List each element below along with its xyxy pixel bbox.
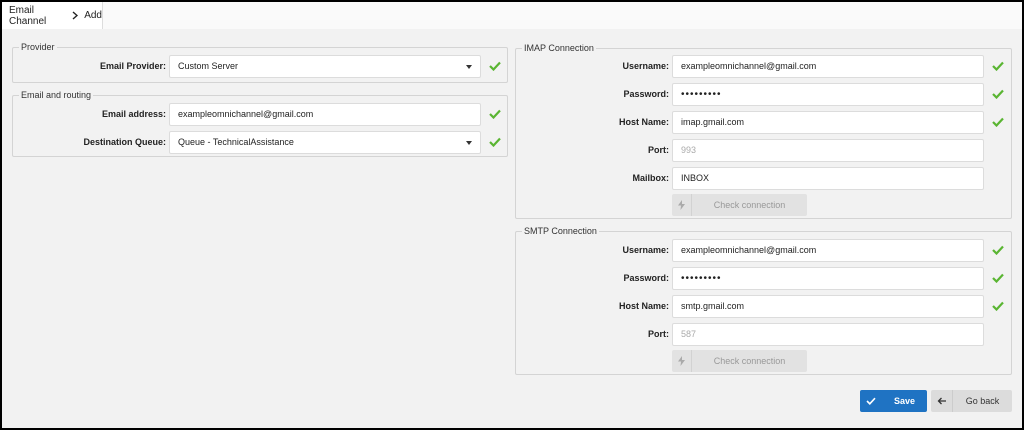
smtp-host-label: Host Name: <box>618 301 669 311</box>
imap-check-connection-label: Check connection <box>713 200 786 210</box>
check-icon <box>860 390 882 412</box>
check-icon <box>489 137 501 147</box>
lightning-icon <box>672 194 692 216</box>
smtp-password-label: Password: <box>623 273 669 283</box>
check-icon <box>992 117 1004 127</box>
window: Email Channel Add Provider Email Provide… <box>2 2 1022 428</box>
email-address-label: Email address: <box>101 109 166 119</box>
destination-queue-row: Destination Queue: Queue - TechnicalAssi… <box>13 131 507 154</box>
provider-section: Provider Email Provider: Custom Server <box>12 42 508 83</box>
check-icon <box>992 89 1004 99</box>
check-icon <box>992 273 1004 283</box>
imap-section-title: IMAP Connection <box>522 43 596 54</box>
email-routing-section-title: Email and routing <box>19 90 94 101</box>
imap-username-input[interactable]: exampleomnichannel@gmail.com <box>672 55 984 78</box>
imap-mailbox-row: Mailbox: INBOX <box>516 167 1011 190</box>
email-address-input[interactable]: exampleomnichannel@gmail.com <box>169 103 481 126</box>
destination-queue-label: Destination Queue: <box>83 137 166 147</box>
smtp-host-row: Host Name: smtp.gmail.com <box>516 295 1011 318</box>
provider-section-title: Provider <box>19 42 57 53</box>
smtp-section-title: SMTP Connection <box>522 226 599 237</box>
smtp-password-input[interactable]: ••••••••• <box>672 267 984 290</box>
save-button-label: Save <box>893 396 916 406</box>
imap-mailbox-input[interactable]: INBOX <box>672 167 984 190</box>
check-icon <box>992 301 1004 311</box>
arrow-left-icon <box>931 390 953 412</box>
caret-down-icon <box>466 65 472 69</box>
smtp-port-row: Port: 587 <box>516 323 1011 346</box>
save-button[interactable]: Save <box>860 390 927 412</box>
smtp-password-row: Password: ••••••••• <box>516 267 1011 290</box>
check-icon <box>489 109 501 119</box>
email-provider-label: Email Provider: <box>99 61 166 71</box>
imap-host-row: Host Name: imap.gmail.com <box>516 111 1011 134</box>
imap-mailbox-label: Mailbox: <box>632 173 669 183</box>
imap-password-label: Password: <box>623 89 669 99</box>
smtp-username-row: Username: exampleomnichannel@gmail.com <box>516 239 1011 262</box>
smtp-username-label: Username: <box>622 245 669 255</box>
caret-down-icon <box>466 141 472 145</box>
check-icon <box>992 61 1004 71</box>
imap-password-input[interactable]: ••••••••• <box>672 83 984 106</box>
go-back-button-label: Go back <box>965 396 1000 406</box>
email-address-row: Email address: exampleomnichannel@gmail.… <box>13 103 507 126</box>
smtp-port-label: Port: <box>648 329 669 339</box>
breadcrumb: Email Channel Add <box>2 2 103 29</box>
smtp-host-input[interactable]: smtp.gmail.com <box>672 295 984 318</box>
destination-queue-select[interactable]: Queue - TechnicalAssistance <box>169 131 481 154</box>
lightning-icon <box>672 350 692 372</box>
check-icon <box>489 61 501 71</box>
smtp-username-input[interactable]: exampleomnichannel@gmail.com <box>672 239 984 262</box>
email-provider-row: Email Provider: Custom Server <box>13 55 507 78</box>
smtp-section: SMTP Connection Username: exampleomnicha… <box>515 226 1012 375</box>
smtp-check-connection-label: Check connection <box>713 356 786 366</box>
breadcrumb-current: Add <box>84 10 102 21</box>
imap-host-label: Host Name: <box>618 117 669 127</box>
imap-section: IMAP Connection Username: exampleomnicha… <box>515 43 1012 219</box>
imap-host-input[interactable]: imap.gmail.com <box>672 111 984 134</box>
check-icon <box>992 245 1004 255</box>
email-provider-value: Custom Server <box>178 61 239 71</box>
imap-password-row: Password: ••••••••• <box>516 83 1011 106</box>
imap-username-row: Username: exampleomnichannel@gmail.com <box>516 55 1011 78</box>
smtp-check-connection-button[interactable]: Check connection <box>672 350 807 372</box>
go-back-button[interactable]: Go back <box>931 390 1012 412</box>
email-routing-section: Email and routing Email address: example… <box>12 90 508 157</box>
imap-port-label: Port: <box>648 145 669 155</box>
destination-queue-value: Queue - TechnicalAssistance <box>178 137 294 147</box>
chevron-right-icon <box>72 11 79 20</box>
top-bar: Email Channel Add <box>2 2 1022 29</box>
email-provider-select[interactable]: Custom Server <box>169 55 481 78</box>
imap-port-input[interactable]: 993 <box>672 139 984 162</box>
imap-port-row: Port: 993 <box>516 139 1011 162</box>
smtp-port-input[interactable]: 587 <box>672 323 984 346</box>
breadcrumb-root[interactable]: Email Channel <box>9 5 65 27</box>
imap-username-label: Username: <box>622 61 669 71</box>
imap-check-connection-button[interactable]: Check connection <box>672 194 807 216</box>
